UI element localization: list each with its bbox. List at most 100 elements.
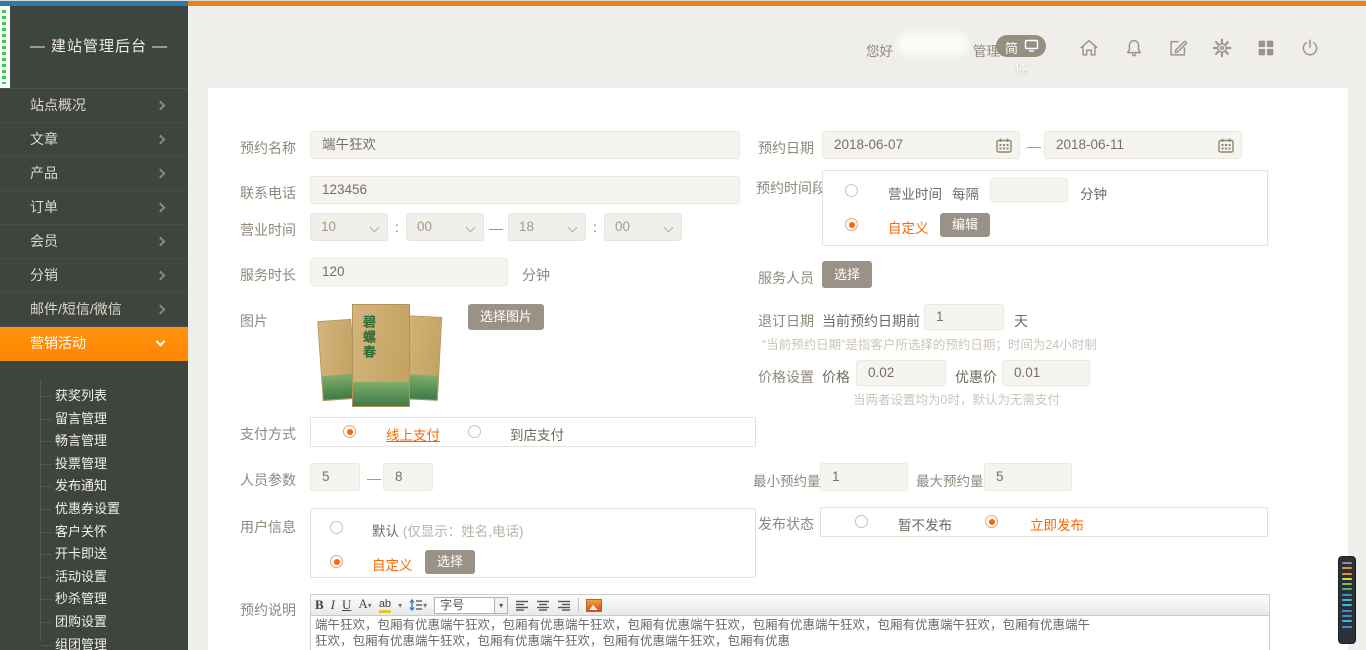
sidebar-submenu-item[interactable]: 开卡即送 — [0, 543, 188, 566]
italic-button[interactable]: I — [331, 597, 335, 613]
sidebar-menu-item[interactable]: 产品 — [0, 157, 188, 191]
font-size-caret[interactable]: ▾ — [494, 598, 507, 613]
editor-content[interactable]: 端午狂欢，包厢有优惠端午狂欢，包厢有优惠端午狂欢，包厢有优惠端午狂欢，包厢有优惠… — [311, 616, 1269, 650]
price-sublabel: 价格 — [822, 367, 850, 387]
people-max-input[interactable]: 8 — [383, 463, 433, 491]
offline-payment-label: 到店支付 — [510, 424, 564, 444]
sidebar-submenu-item[interactable]: 客户关怀 — [0, 521, 188, 544]
phone-input[interactable]: 123456 — [310, 176, 740, 204]
highlight-caret[interactable]: ▾ — [398, 601, 402, 610]
timeslot-unit-label: 分钟 — [1080, 183, 1107, 203]
sidebar-submenu-item[interactable]: 活动设置 — [0, 566, 188, 589]
language-switch-button[interactable]: 简 — [996, 35, 1046, 57]
admin-page: — 建站管理后台 — 站点概况 文章 产品 订单 会员 分销 邮件/短信/微信 — [0, 0, 1366, 650]
timeslot-edit-button[interactable]: 编辑 — [940, 213, 990, 237]
apps-grid-icon[interactable] — [1255, 37, 1277, 59]
userinfo-custom-radio[interactable] — [330, 555, 343, 568]
description-editor[interactable]: B I U A▾ ab ▾ ▾ 字号▾ 端午狂欢，包厢有优惠端午狂欢，包厢有优惠端… — [310, 594, 1270, 650]
bold-button[interactable]: B — [315, 597, 324, 613]
price-input[interactable]: 0.02 — [856, 360, 946, 386]
userinfo-choose-button[interactable]: 选择 — [425, 550, 475, 574]
home-icon[interactable] — [1078, 37, 1100, 59]
tab-list-widget[interactable] — [1338, 556, 1356, 644]
duration-input[interactable]: 120 — [310, 258, 508, 286]
min-quantity-input[interactable]: 1 — [820, 463, 908, 491]
chevron-down-icon — [664, 223, 674, 233]
cancel-note: “当前预约日期”是指客户所选择的预约日期；时间为24小时制 — [762, 334, 1097, 353]
max-quantity-input[interactable]: 5 — [984, 463, 1072, 491]
max-quantity-label: 最大预约量 — [916, 470, 984, 490]
sidebar-submenu-item[interactable]: 畅言管理 — [0, 430, 188, 453]
name-input[interactable]: 端午狂欢 — [310, 131, 740, 159]
align-left-button[interactable] — [515, 600, 529, 611]
sidebar-menu-item[interactable]: 订单 — [0, 191, 188, 225]
sidebar-menu-item-label: 产品 — [30, 165, 58, 181]
sidebar-menu-item[interactable]: 会员 — [0, 225, 188, 259]
hours-from-hour-select[interactable]: 10 — [310, 213, 388, 241]
field-label-price: 价格设置 — [758, 367, 814, 387]
hours-from-minute-select[interactable]: 00 — [406, 213, 484, 241]
underline-button[interactable]: U — [342, 597, 351, 613]
align-right-button[interactable] — [557, 600, 571, 611]
font-color-button[interactable]: A▾ — [358, 596, 371, 614]
sale-price-input[interactable]: 0.01 — [1002, 360, 1090, 386]
publish-now-radio[interactable] — [985, 515, 998, 528]
cancel-days-input[interactable]: 1 — [924, 304, 1004, 330]
staff-choose-button[interactable]: 选择 — [822, 261, 872, 288]
timeslot-interval-input[interactable] — [990, 178, 1068, 202]
line-height-button[interactable]: ▾ — [409, 599, 427, 611]
sidebar-submenu-item[interactable]: 秒杀管理 — [0, 588, 188, 611]
sidebar-menu-item[interactable]: 站点概况 — [0, 89, 188, 123]
power-icon[interactable] — [1299, 37, 1321, 59]
sidebar-submenu-item[interactable]: 留言管理 — [0, 408, 188, 431]
bell-icon[interactable] — [1123, 37, 1145, 59]
chevron-down-icon — [568, 223, 578, 233]
sidebar-menu-item[interactable]: 文章 — [0, 123, 188, 157]
sidebar-menu-item-label: 邮件/短信/微信 — [30, 301, 122, 317]
edit-icon[interactable] — [1167, 37, 1189, 59]
userinfo-default-radio[interactable] — [330, 521, 343, 534]
toolbar-separator — [578, 598, 579, 612]
field-label-description: 预约说明 — [240, 600, 296, 620]
settings-gear-icon[interactable] — [1211, 37, 1233, 59]
sidebar-menu-item[interactable]: 邮件/短信/微信 — [0, 293, 188, 327]
offline-payment-radio[interactable] — [468, 425, 481, 438]
online-payment-radio[interactable] — [343, 425, 356, 438]
date-from-input[interactable]: 2018-06-07 — [822, 131, 1020, 159]
font-size-select[interactable]: 字号▾ — [434, 597, 508, 614]
top-accent-orange — [188, 1, 1366, 6]
choose-image-button[interactable]: 选择图片 — [468, 304, 544, 330]
highlight-button[interactable]: ab — [379, 598, 391, 613]
sidebar-submenu-item[interactable]: 发布通知 — [0, 475, 188, 498]
sidebar-submenu-item[interactable]: 获奖列表 — [0, 385, 188, 408]
sidebar: — 建站管理后台 — 站点概况 文章 产品 订单 会员 分销 邮件/短信/微信 — [0, 6, 188, 650]
sidebar-submenu-item[interactable]: 优惠券设置 — [0, 498, 188, 521]
timeslot-custom-radio[interactable] — [845, 218, 858, 231]
hours-to-hour-select[interactable]: 18 — [508, 213, 586, 241]
online-payment-label[interactable]: 线上支付 — [386, 424, 440, 444]
hours-to-minute-select[interactable]: 00 — [604, 213, 682, 241]
sidebar-menu-item[interactable]: 分销 — [0, 259, 188, 293]
align-center-button[interactable] — [536, 600, 550, 611]
sidebar-submenu-item[interactable]: 组团管理 — [0, 634, 188, 650]
publish-later-radio[interactable] — [855, 515, 868, 528]
people-min-input[interactable]: 5 — [310, 463, 360, 491]
insert-image-button[interactable] — [586, 599, 602, 612]
field-label-publish: 发布状态 — [758, 514, 814, 534]
calendar-icon[interactable] — [1218, 138, 1234, 153]
field-label-staff: 服务人员 — [758, 268, 814, 288]
range-dash: — — [489, 220, 503, 236]
field-label-image: 图片 — [240, 311, 268, 331]
app-logo: — 建站管理后台 — — [10, 6, 188, 88]
timeslot-business-radio[interactable] — [845, 184, 858, 197]
redacted-username — [901, 36, 965, 53]
sidebar-submenu-item[interactable]: 投票管理 — [0, 453, 188, 476]
sidebar-submenu-item[interactable]: 团购设置 — [0, 611, 188, 634]
colon-separator: : — [395, 220, 399, 235]
sidebar-menu-item-label: 站点概况 — [30, 97, 86, 113]
sidebar-submenu-item-label: 投票管理 — [55, 456, 107, 471]
sidebar-submenu-item-label: 留言管理 — [55, 411, 107, 426]
sidebar-menu-item[interactable]: 营销活动 — [0, 327, 188, 361]
date-to-input[interactable]: 2018-06-11 — [1044, 131, 1242, 159]
calendar-icon[interactable] — [996, 138, 1012, 153]
